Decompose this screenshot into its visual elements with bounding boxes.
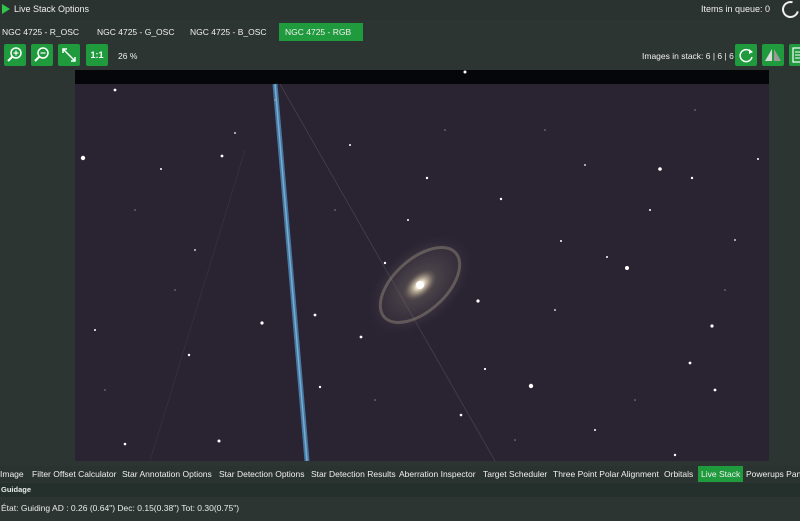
tab-powerups-pane[interactable]: Powerups Pane: [746, 466, 800, 482]
refresh-button[interactable]: [735, 44, 757, 66]
guiding-status: État: Guiding AD : 0.26 (0.64") Dec: 0.1…: [1, 503, 240, 513]
panel-title: Live Stack Options: [14, 4, 90, 14]
fit-to-screen-button[interactable]: [58, 44, 80, 66]
tab-ngc4725-b[interactable]: NGC 4725 - B_OSC: [190, 23, 267, 41]
tab-three-point-polar-alignment[interactable]: Three Point Polar Alignment: [553, 466, 659, 482]
flip-icon: [765, 49, 781, 61]
tab-ngc4725-r[interactable]: NGC 4725 - R_OSC: [2, 23, 79, 41]
save-icon: [792, 47, 800, 63]
save-button[interactable]: [789, 44, 800, 66]
zoom-out-button[interactable]: [31, 44, 53, 66]
tab-star-detection-options[interactable]: Star Detection Options: [219, 466, 305, 482]
refresh-icon: [739, 48, 753, 63]
one-to-one-button[interactable]: 1:1: [86, 44, 108, 66]
image-tabs: NGC 4725 - R_OSC NGC 4725 - G_OSC NGC 47…: [0, 23, 800, 41]
stacked-image-view[interactable]: [75, 70, 769, 461]
fit-diagonal-icon: [62, 48, 76, 62]
queue-status: Items in queue: 0: [700, 4, 770, 14]
tab-live-stack[interactable]: Live Stack: [698, 466, 744, 482]
tab-star-detection-results[interactable]: Star Detection Results: [311, 466, 396, 482]
flip-button[interactable]: [762, 44, 784, 66]
tab-aberration-inspector[interactable]: Aberration Inspector: [399, 466, 476, 482]
images-in-stack: Images in stack: 6 | 6 | 6: [642, 51, 734, 61]
zoom-in-icon: [7, 47, 22, 62]
panel-tabs: Image Filter Offset Calculator Star Anno…: [0, 466, 800, 482]
tab-filter-offset-calculator[interactable]: Filter Offset Calculator: [32, 466, 116, 482]
status-bar: État: Guiding AD : 0.26 (0.64") Dec: 0.1…: [0, 497, 800, 521]
tab-ngc4725-rgb[interactable]: NGC 4725 - RGB: [279, 23, 363, 41]
title-bar: [0, 0, 800, 20]
tab-target-scheduler[interactable]: Target Scheduler: [483, 466, 547, 482]
guidage-header: Guidage: [0, 483, 800, 497]
zoom-out-icon: [34, 47, 49, 62]
tab-star-annotation-options[interactable]: Star Annotation Options: [122, 466, 212, 482]
guidage-label: Guidage: [1, 485, 32, 494]
tab-orbitals[interactable]: Orbitals: [664, 466, 693, 482]
tab-image[interactable]: Image: [0, 466, 24, 482]
zoom-level: 26 %: [118, 51, 138, 61]
tab-ngc4725-g[interactable]: NGC 4725 - G_OSC: [97, 23, 174, 41]
play-icon[interactable]: [2, 4, 10, 14]
astro-image: [75, 70, 769, 461]
zoom-in-button[interactable]: [4, 44, 26, 66]
